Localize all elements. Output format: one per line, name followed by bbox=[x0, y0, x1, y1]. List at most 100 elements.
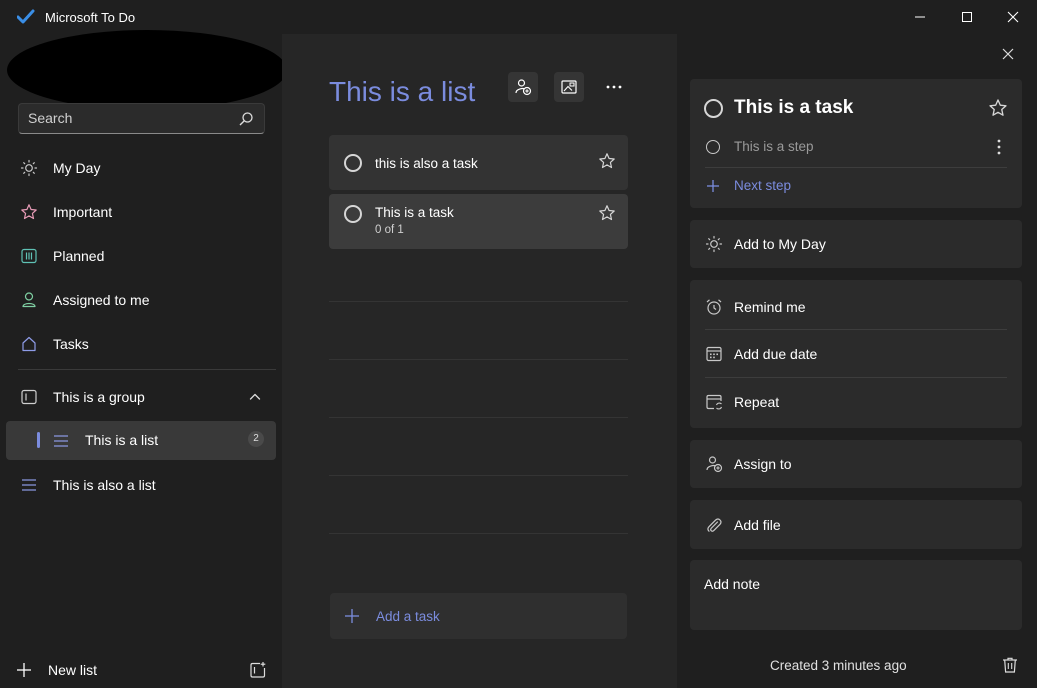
plus-icon bbox=[706, 179, 720, 193]
star-icon[interactable] bbox=[598, 152, 616, 170]
sidebar-item-label: Planned bbox=[53, 248, 105, 264]
repeat-label: Repeat bbox=[734, 394, 780, 410]
sidebar-item-this-is-a-list[interactable]: This is a list 2 bbox=[6, 421, 276, 460]
complete-checkbox[interactable] bbox=[344, 205, 362, 223]
star-icon bbox=[20, 203, 38, 221]
note-placeholder: Add note bbox=[704, 576, 761, 592]
task-item-selected[interactable]: This is a task 0 of 1 bbox=[329, 194, 628, 249]
image-icon bbox=[561, 80, 577, 94]
sidebar-item-label: Assigned to me bbox=[53, 292, 150, 308]
task-header-card: This is a task This is a step Next step bbox=[690, 79, 1022, 208]
list-ruled-line bbox=[329, 475, 628, 476]
list-ruled-line bbox=[329, 359, 628, 360]
close-window-button[interactable] bbox=[990, 0, 1036, 34]
step-progress: 0 of 1 bbox=[375, 224, 404, 236]
file-card[interactable]: Add file bbox=[690, 500, 1022, 549]
close-icon bbox=[1007, 11, 1019, 23]
detail-footer: Created 3 minutes ago bbox=[677, 644, 1037, 688]
list-options-button[interactable] bbox=[599, 72, 629, 102]
alarm-clock-icon bbox=[705, 298, 723, 316]
list-icon bbox=[52, 432, 70, 450]
plus-icon bbox=[15, 661, 33, 679]
account-avatar-redacted[interactable] bbox=[7, 30, 287, 110]
assign-to-label: Assign to bbox=[734, 456, 792, 472]
add-to-my-day-button[interactable]: Add to My Day bbox=[690, 220, 1022, 268]
search-input[interactable] bbox=[28, 110, 228, 126]
sidebar-divider bbox=[18, 369, 276, 370]
sidebar-item-label: This is a list bbox=[85, 432, 159, 448]
sidebar-group-header[interactable]: This is a group bbox=[6, 378, 276, 416]
card-divider bbox=[705, 167, 1007, 168]
task-item[interactable]: this is also a task bbox=[329, 135, 628, 190]
plus-icon bbox=[344, 608, 360, 624]
sidebar-item-label: Tasks bbox=[53, 336, 89, 352]
new-group-icon[interactable] bbox=[249, 661, 267, 679]
assign-to-button[interactable]: Assign to bbox=[690, 440, 1022, 488]
close-detail-button[interactable] bbox=[999, 45, 1017, 63]
delete-task-button[interactable] bbox=[1001, 656, 1019, 674]
step-checkbox[interactable] bbox=[706, 140, 720, 154]
add-to-my-day-label: Add to My Day bbox=[734, 236, 826, 252]
more-horizontal-icon bbox=[606, 85, 622, 89]
assign-card[interactable]: Assign to bbox=[690, 440, 1022, 488]
add-due-date-button[interactable]: Add due date bbox=[690, 330, 1022, 378]
title-bar: Microsoft To Do bbox=[0, 0, 1037, 34]
add-file-button[interactable]: Add file bbox=[690, 501, 1022, 549]
task-count-badge: 2 bbox=[248, 431, 264, 447]
sidebar-item-label: My Day bbox=[53, 160, 101, 176]
list-ruled-line bbox=[329, 301, 628, 302]
task-title: this is also a task bbox=[375, 156, 478, 171]
repeat-button[interactable]: Repeat bbox=[690, 378, 1022, 426]
repeat-calendar-icon bbox=[705, 393, 723, 411]
step-label: This is a step bbox=[734, 139, 814, 154]
search-box[interactable] bbox=[18, 103, 265, 134]
note-field[interactable]: Add note bbox=[690, 560, 1022, 630]
created-timestamp: Created 3 minutes ago bbox=[770, 658, 907, 673]
sidebar-item-assigned-to-me[interactable]: Assigned to me bbox=[6, 281, 276, 319]
trash-icon bbox=[1003, 657, 1017, 673]
chevron-up-icon[interactable] bbox=[248, 390, 262, 404]
person-add-icon bbox=[515, 79, 532, 96]
calendar-icon bbox=[705, 345, 723, 363]
more-vertical-icon[interactable] bbox=[996, 138, 1002, 156]
add-to-my-day-card[interactable]: Add to My Day bbox=[690, 220, 1022, 268]
next-step-label: Next step bbox=[734, 178, 792, 193]
app-logo-icon bbox=[17, 9, 35, 25]
minimize-button[interactable] bbox=[897, 0, 943, 34]
list-icon bbox=[20, 476, 38, 494]
task-detail-pane: This is a task This is a step Next step … bbox=[677, 34, 1037, 688]
add-task-input[interactable]: Add a task bbox=[330, 593, 627, 639]
add-task-label: Add a task bbox=[376, 609, 440, 624]
close-icon bbox=[1002, 48, 1014, 60]
list-title[interactable]: This is a list bbox=[329, 76, 475, 108]
selection-indicator bbox=[37, 432, 40, 448]
change-theme-button[interactable] bbox=[554, 72, 584, 102]
new-list-label: New list bbox=[48, 662, 98, 678]
task-title: This is a task bbox=[375, 205, 454, 220]
star-icon[interactable] bbox=[988, 98, 1008, 118]
sidebar-item-tasks[interactable]: Tasks bbox=[6, 325, 276, 363]
complete-checkbox[interactable] bbox=[704, 99, 723, 118]
sun-icon bbox=[705, 235, 723, 253]
maximize-icon bbox=[962, 12, 972, 22]
sidebar-item-planned[interactable]: Planned bbox=[6, 237, 276, 275]
sidebar-item-important[interactable]: Important bbox=[6, 193, 276, 231]
share-list-button[interactable] bbox=[508, 72, 538, 102]
maximize-button[interactable] bbox=[944, 0, 990, 34]
sidebar-item-this-is-also-a-list[interactable]: This is also a list bbox=[6, 466, 276, 504]
person-icon bbox=[20, 291, 38, 309]
search-icon[interactable] bbox=[238, 111, 254, 127]
add-due-date-label: Add due date bbox=[734, 346, 818, 362]
task-detail-title[interactable]: This is a task bbox=[734, 97, 853, 119]
new-list-button[interactable]: New list bbox=[0, 652, 282, 688]
group-icon bbox=[20, 388, 38, 406]
remind-me-button[interactable]: Remind me bbox=[690, 283, 1022, 331]
schedule-card: Remind me Add due date Repeat bbox=[690, 280, 1022, 428]
list-ruled-line bbox=[329, 533, 628, 534]
complete-checkbox[interactable] bbox=[344, 154, 362, 172]
star-icon[interactable] bbox=[598, 204, 616, 222]
add-file-label: Add file bbox=[734, 517, 781, 533]
home-icon bbox=[20, 335, 38, 353]
remind-me-label: Remind me bbox=[734, 299, 806, 315]
sidebar-item-my-day[interactable]: My Day bbox=[6, 149, 276, 187]
